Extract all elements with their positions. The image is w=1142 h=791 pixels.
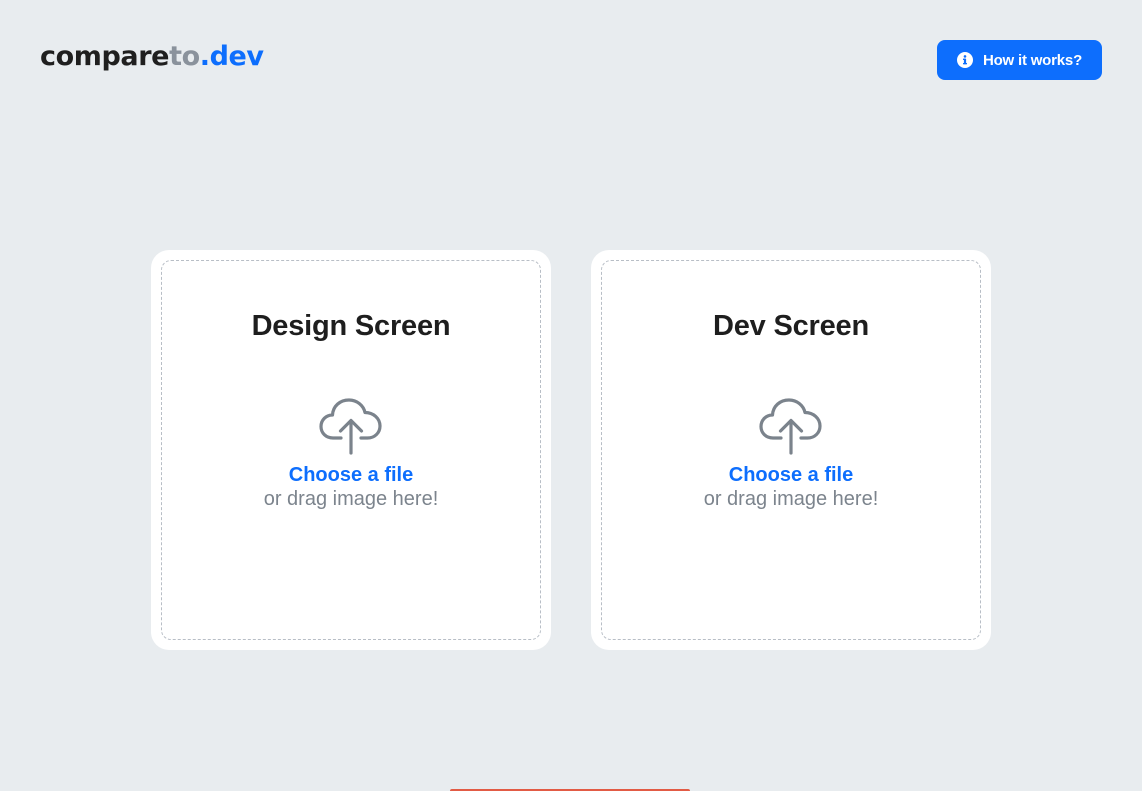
dev-drag-hint: or drag image here! (703, 488, 879, 510)
design-screen-title: Design Screen (251, 310, 451, 342)
cloud-upload-icon (319, 397, 383, 455)
dev-screen-card: Dev Screen Choose a file or drag image h… (591, 250, 991, 650)
logo-part-compare: compare (40, 41, 170, 72)
logo-part-to: to (169, 41, 200, 72)
design-screen-dropzone[interactable]: Design Screen Choose a file or drag imag… (161, 260, 541, 640)
dev-screen-title: Dev Screen (713, 310, 869, 342)
how-it-works-label: How it works? (982, 51, 1083, 69)
design-choose-file-link[interactable]: Choose a file (162, 464, 540, 487)
dev-choose-file-link[interactable]: Choose a file (602, 464, 980, 487)
info-icon (956, 52, 973, 68)
logo[interactable]: compareto.dev (40, 38, 264, 76)
design-drag-hint: or drag image here! (263, 488, 439, 510)
cloud-upload-icon (759, 397, 823, 455)
how-it-works-button[interactable]: How it works? (937, 40, 1102, 80)
dev-screen-dropzone[interactable]: Dev Screen Choose a file or drag image h… (601, 260, 981, 640)
logo-part-dev: .dev (199, 41, 264, 72)
design-screen-card: Design Screen Choose a file or drag imag… (151, 250, 551, 650)
